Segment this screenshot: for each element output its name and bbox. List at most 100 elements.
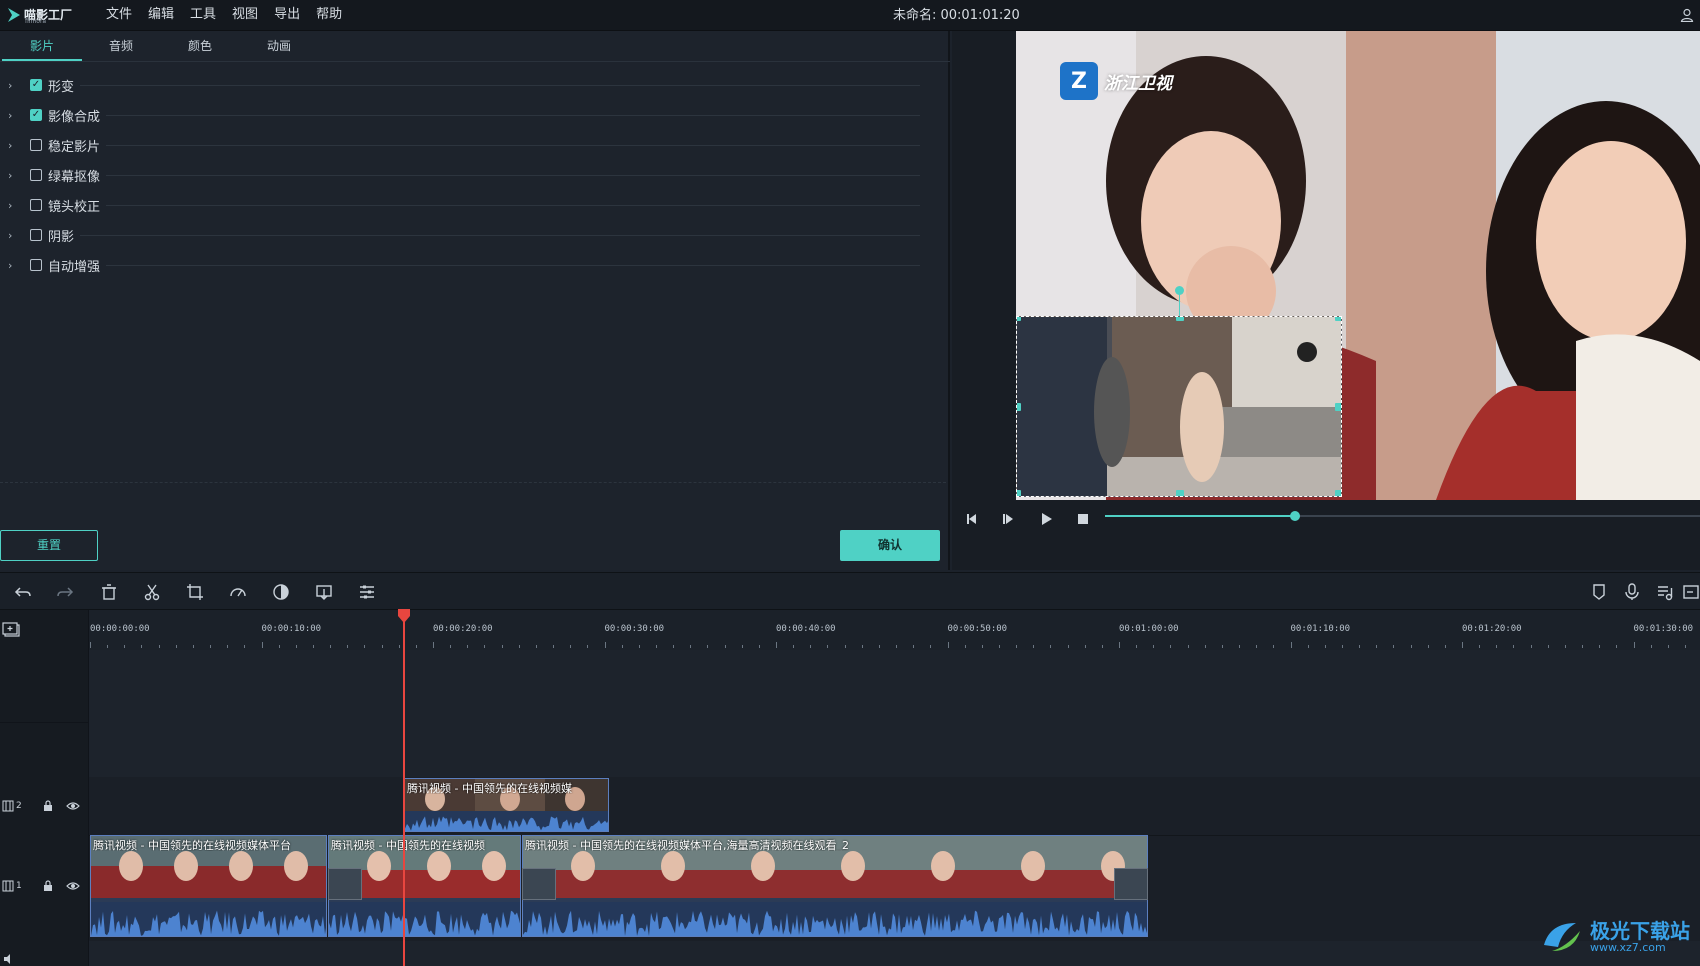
pip-overlay[interactable] [1016,316,1342,497]
rotate-handle[interactable] [1175,286,1184,295]
divider [106,204,920,206]
color-icon[interactable] [272,583,290,601]
resize-handle-tl[interactable] [1017,317,1021,321]
stop-icon[interactable] [1075,511,1091,527]
option-label: 绿幕抠像 [48,169,101,185]
option-transform[interactable]: › ✓ 形变 [0,74,920,96]
option-auto-enhance[interactable]: › 自动增强 [0,254,920,276]
add-track-icon[interactable] [2,622,20,638]
adjust-icon[interactable] [358,583,376,601]
menu-file[interactable]: 文件 [98,0,140,31]
ruler-tick [1582,645,1584,648]
chevron-right-icon[interactable]: › [8,259,22,272]
export-frame-icon[interactable] [315,583,333,601]
clip-track1-a[interactable]: 腾讯视频 - 中国领先的在线视频媒体平台 [90,835,327,937]
redo-icon[interactable] [56,583,74,601]
option-label: 镜头校正 [48,199,101,215]
transition-marker[interactable] [328,868,362,900]
chroma-key-checkbox[interactable] [30,169,42,181]
option-compositing[interactable]: › ✓ 影像合成 [0,104,920,126]
tab-video[interactable]: 影片 [2,31,82,61]
chevron-right-icon[interactable]: › [8,139,22,152]
step-forward-icon[interactable] [1001,511,1017,527]
transform-checkbox[interactable]: ✓ [30,79,42,91]
transition-marker[interactable] [522,868,556,900]
ruler-tick [1564,645,1566,648]
tab-color[interactable]: 颜色 [160,31,240,61]
undo-icon[interactable] [14,583,32,601]
option-shadow[interactable]: › 阴影 [0,224,920,246]
user-icon[interactable] [1680,8,1694,22]
tab-animation[interactable]: 动画 [239,31,319,61]
resize-handle-top[interactable] [1176,317,1184,321]
lens-correction-checkbox[interactable] [30,199,42,211]
microphone-icon[interactable] [1623,583,1641,601]
ruler-tick [1444,645,1446,648]
stabilize-checkbox[interactable] [30,139,42,151]
menu-edit[interactable]: 编辑 [140,0,182,31]
speed-icon[interactable] [229,583,247,601]
resize-handle-bl[interactable] [1017,490,1021,496]
chevron-right-icon[interactable]: › [8,199,22,212]
shadow-checkbox[interactable] [30,229,42,241]
option-label: 影像合成 [48,109,101,125]
audio-track-header [0,952,89,966]
playhead-handle[interactable] [397,609,411,623]
ruler-tick-label: 00:01:20:00 [1462,624,1522,634]
playhead-line[interactable] [403,618,405,966]
pip-frame [1017,317,1341,496]
ruler-tick [1547,645,1549,648]
ruler-tick [1530,645,1532,648]
ruler-tick [244,645,246,648]
resize-handle-right[interactable] [1335,403,1341,411]
delete-icon[interactable] [100,583,118,601]
menu-export[interactable]: 导出 [266,0,308,31]
ruler-tick [1341,645,1343,648]
menu-view[interactable]: 视图 [224,0,266,31]
eye-icon[interactable] [65,880,80,892]
reset-button[interactable]: 重置 [0,530,98,561]
ruler-tick [1273,645,1275,648]
chevron-right-icon[interactable]: › [8,229,22,242]
clip-track2[interactable]: 腾讯视频 - 中国领先的在线视频媒 [404,778,609,832]
lock-icon[interactable] [42,880,54,892]
option-lens-correction[interactable]: › 镜头校正 [0,194,920,216]
step-back-icon[interactable] [964,511,980,527]
crop-icon[interactable] [186,583,204,601]
tabs-divider [0,61,950,62]
confirm-button[interactable]: 确认 [840,530,940,561]
clip-track1-c[interactable]: 腾讯视频 - 中国领先的在线视频媒体平台,海量高清视频在线观看_2 [522,835,1148,937]
eye-icon[interactable] [65,800,80,812]
transition-marker[interactable] [1114,868,1148,900]
menu-help[interactable]: 帮助 [308,0,350,31]
compositing-checkbox[interactable]: ✓ [30,109,42,121]
voiceover-icon[interactable] [1682,583,1700,601]
chevron-right-icon[interactable]: › [8,109,22,122]
tab-audio[interactable]: 音频 [81,31,161,61]
chevron-right-icon[interactable]: › [8,79,22,92]
audio-waveform [91,902,326,936]
audio-mixer-icon[interactable] [1656,583,1674,601]
logo-icon [8,8,20,22]
play-icon[interactable] [1038,511,1054,527]
resize-handle-bottom[interactable] [1176,490,1184,496]
menu-tools[interactable]: 工具 [182,0,224,31]
cut-icon[interactable] [143,583,161,601]
option-stabilize[interactable]: › 稳定影片 [0,134,920,156]
marker-icon[interactable] [1590,583,1608,601]
ruler-tick [690,645,692,648]
ruler-tick [1616,645,1618,648]
resize-handle-br[interactable] [1335,490,1341,496]
chevron-right-icon[interactable]: › [8,169,22,182]
ruler-tick [347,645,349,648]
ruler-tick [518,645,520,648]
channel-name: 浙江卫视 [1104,73,1172,94]
resize-handle-left[interactable] [1017,403,1021,411]
ruler-tick [1119,642,1120,648]
option-chroma-key[interactable]: › 绿幕抠像 [0,164,920,186]
ruler-tick [364,645,366,648]
track-2-lane[interactable] [89,777,1700,835]
resize-handle-tr[interactable] [1335,317,1341,321]
auto-enhance-checkbox[interactable] [30,259,42,271]
lock-icon[interactable] [42,800,54,812]
